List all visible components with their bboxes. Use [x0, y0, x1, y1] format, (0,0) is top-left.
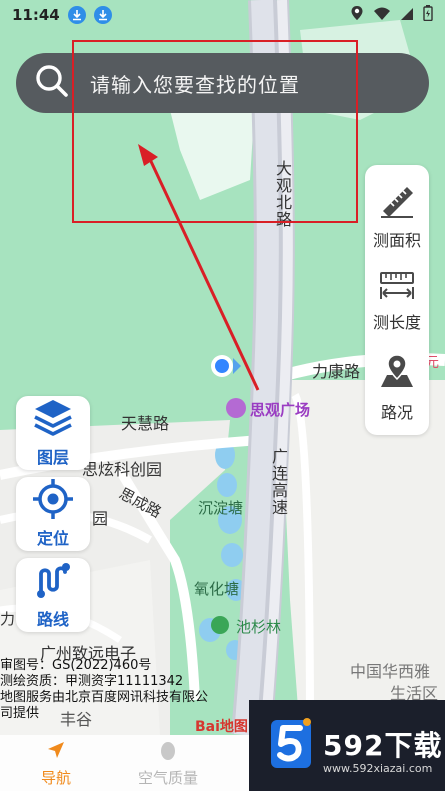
- location-dot: [215, 359, 229, 373]
- locate-label: 定位: [36, 529, 69, 548]
- traffic-button[interactable]: 路况: [365, 353, 429, 423]
- pond: [217, 473, 237, 497]
- drop-icon: [157, 742, 179, 765]
- road-label-likang: 力康路: [312, 362, 361, 381]
- download-icon: [67, 6, 86, 24]
- poi-label-xuanke[interactable]: 思炫科创园: [82, 456, 162, 480]
- nav-air-quality[interactable]: 空气质量: [112, 735, 224, 791]
- battery-icon: [423, 5, 433, 25]
- pond: [221, 543, 243, 567]
- locate-button[interactable]: 定位: [16, 477, 90, 551]
- locate-crosshair-icon: [31, 479, 75, 525]
- route-label: 路线: [36, 610, 69, 629]
- measure-length-button[interactable]: 测长度: [365, 271, 429, 333]
- poi-label-yanghua: 氧化塘: [194, 580, 240, 598]
- traffic-map-icon: [377, 354, 417, 397]
- location-status-icon: [350, 5, 364, 25]
- legal-line: 审图号：GS(2022)460号: [0, 658, 152, 673]
- poi-label-chendian: 沉淀塘: [198, 499, 244, 517]
- wifi-icon: [373, 6, 391, 25]
- site-watermark: 592下载 www.592xiazai.com: [249, 700, 445, 791]
- nav-navigate-label: 导航: [40, 769, 71, 787]
- ruler-icon: [377, 187, 417, 225]
- map-tools-panel: 测面积 测长度 路况: [365, 165, 429, 435]
- poi-marker-chishan: [211, 616, 229, 634]
- layers-label: 图层: [36, 448, 69, 467]
- poi-marker-siguan: [226, 398, 246, 418]
- watermark-logo-icon: [267, 716, 315, 776]
- nav-air-quality-label: 空气质量: [137, 769, 198, 787]
- signal-icon: [400, 6, 414, 25]
- legal-line: 地图服务由北京百度网讯科技有限公: [0, 690, 209, 705]
- annotation-highlight-box: [72, 40, 358, 223]
- road-label-tianhui: 天慧路: [121, 414, 170, 433]
- search-icon: [34, 63, 70, 103]
- measure-area-label: 测面积: [372, 231, 421, 250]
- status-bar: 11:44: [0, 0, 445, 30]
- poi-label-chishan: 池杉林: [236, 618, 282, 636]
- route-icon: [31, 563, 75, 606]
- map-legal-info: 审图号：GS(2022)460号 测绘资质：甲测资字11111342 地图服务由…: [0, 658, 260, 722]
- traffic-label: 路况: [380, 403, 413, 422]
- poi-label-garden: 园: [92, 509, 109, 528]
- watermark-title: 592下载: [323, 729, 443, 762]
- map-label-partial-li: 力: [0, 610, 16, 628]
- download-icon: [93, 6, 112, 24]
- watermark-url: www.592xiazai.com: [323, 762, 433, 775]
- layers-icon: [31, 400, 75, 444]
- measure-length-label: 测长度: [372, 313, 421, 332]
- nav-navigate[interactable]: 导航: [0, 735, 112, 791]
- status-time: 11:44: [12, 6, 60, 24]
- baidu-map-logo: Bai地图: [195, 719, 248, 735]
- poi-label-huaxi: 中国华西雅: [350, 662, 431, 681]
- route-button[interactable]: 路线: [16, 558, 90, 632]
- layers-button[interactable]: 图层: [16, 396, 90, 470]
- road-label-guanglian: 广连高速: [269, 448, 288, 516]
- legal-line: 测绘资质：甲测资字11111342: [0, 674, 184, 689]
- navigate-arrow-icon: [45, 742, 67, 765]
- poi-label-siguan[interactable]: 思观广场: [250, 399, 310, 420]
- measure-area-button[interactable]: 测面积: [365, 181, 429, 251]
- measure-length-icon: [377, 272, 417, 307]
